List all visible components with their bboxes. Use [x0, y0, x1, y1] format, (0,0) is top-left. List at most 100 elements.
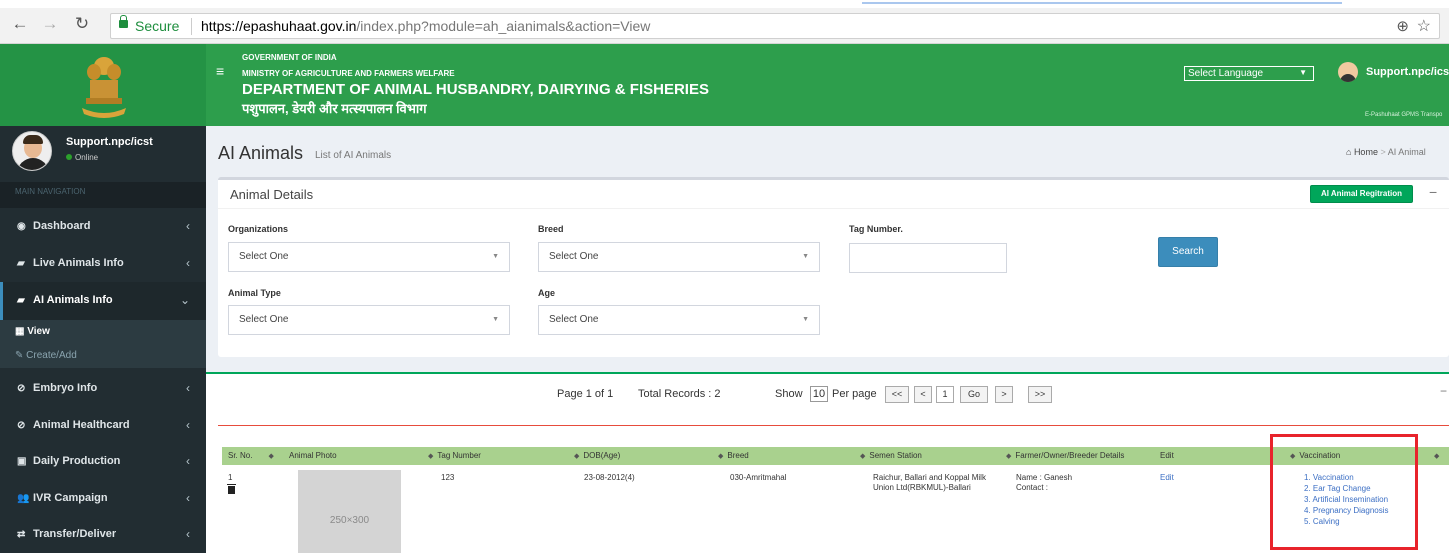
dropdown-arrow-icon: ▼ — [1299, 68, 1307, 77]
sort-icon: ◆ — [1006, 453, 1012, 460]
page-subtitle: List of AI Animals — [315, 150, 392, 161]
ai-animals-submenu: ▦ View ✎ Create/Add — [0, 320, 206, 368]
submenu-item-label: Create/Add — [26, 350, 77, 361]
dashboard-icon: ◉ — [17, 221, 26, 232]
collapse-icon[interactable]: − — [1440, 384, 1447, 398]
url-text[interactable]: https://epashuhaat.gov.in/index.php?modu… — [201, 18, 650, 34]
chevron-left-icon: ‹ — [186, 527, 190, 541]
submenu-item-view[interactable]: ▦ View — [15, 326, 50, 337]
cell-station-line2: Union Ltd(RBKMUL)-Ballari — [873, 483, 971, 492]
chevron-left-icon: ‹ — [186, 418, 190, 432]
address-bar[interactable]: Secure https://epashuhaat.gov.in/index.p… — [110, 13, 1440, 39]
collapse-icon[interactable]: − — [1429, 184, 1437, 200]
sort-icon: ◆ — [718, 453, 724, 460]
sidebar-status-text: Online — [75, 153, 99, 162]
sidebar-item-label: IVR Campaign — [33, 492, 108, 504]
tab-indicator — [862, 2, 1342, 4]
chevron-down-icon: ⌄ — [179, 293, 190, 307]
back-arrow-icon[interactable]: ← — [10, 14, 30, 34]
language-select[interactable]: Select Language ▼ — [1184, 66, 1314, 81]
animal-type-select[interactable]: Select One ▼ — [228, 305, 510, 335]
sidebar-item-daily-production[interactable]: ▣ Daily Production ‹ — [0, 443, 206, 480]
column-header-breed[interactable]: ◆ Breed — [718, 451, 749, 460]
header-avatar[interactable] — [1338, 62, 1358, 82]
filter-box-title: Animal Details — [230, 187, 314, 202]
cow-icon: ▰ — [17, 295, 25, 306]
edit-link[interactable]: Edit — [1160, 473, 1174, 483]
per-page-input[interactable]: 10 — [810, 386, 828, 402]
chart-icon: ▣ — [17, 456, 27, 467]
sidebar-item-embryo[interactable]: ⊘ Embryo Info ‹ — [0, 370, 206, 407]
organizations-select[interactable]: Select One ▼ — [228, 242, 510, 272]
column-header-semen-station[interactable]: ◆ Semen Station — [860, 451, 922, 460]
age-select[interactable]: Select One ▼ — [538, 305, 820, 335]
header-tagline: E-Pashuhaat GPMS Transpo — [1365, 112, 1443, 118]
first-page-button[interactable]: << — [885, 386, 909, 403]
cow-icon: ▰ — [17, 258, 25, 269]
column-header-dob[interactable]: ◆ DOB(Age) — [574, 451, 620, 460]
chevron-left-icon: ‹ — [186, 454, 190, 468]
page-title: AI Animals — [218, 143, 304, 163]
chevron-left-icon: ‹ — [186, 381, 190, 395]
prev-page-button[interactable]: < — [914, 386, 932, 403]
column-header-edit[interactable]: Edit — [1160, 451, 1174, 460]
shuffle-icon: ⇄ — [17, 529, 26, 540]
organizations-label: Organizations — [228, 224, 289, 234]
last-page-button[interactable]: >> — [1028, 386, 1052, 403]
column-header-photo[interactable]: Animal Photo — [289, 451, 337, 460]
organizations-select-value: Select One — [239, 251, 289, 262]
reload-icon[interactable]: ↻ — [72, 14, 92, 34]
breadcrumb-home[interactable]: Home — [1354, 147, 1378, 157]
submenu-item-create[interactable]: ✎ Create/Add — [15, 350, 77, 361]
page-number-input[interactable]: 1 — [936, 386, 954, 403]
secure-label: Secure — [135, 18, 180, 34]
chevron-left-icon: ‹ — [186, 256, 190, 270]
sidebar-item-ivr-campaign[interactable]: 👥 IVR Campaign ‹ — [0, 480, 206, 517]
sort-icon: ◆ — [1434, 453, 1440, 460]
people-icon: 👥 — [17, 493, 30, 504]
breed-select-value: Select One — [549, 251, 599, 262]
main-navigation-header: MAIN NAVIGATION — [0, 182, 206, 208]
sidebar-item-transfer[interactable]: ⇄ Transfer/Deliver ‹ — [0, 516, 206, 553]
breed-label: Breed — [538, 224, 564, 234]
header-username[interactable]: Support.npc/icst — [1366, 66, 1449, 78]
header-department: DEPARTMENT OF ANIMAL HUSBANDRY, DAIRYING… — [242, 81, 709, 98]
sidebar-item-live-animals[interactable]: ▰ Live Animals Info ‹ — [0, 245, 206, 282]
header-hindi: पशुपालन, डेयरी और मत्स्यपालन विभाग — [242, 101, 427, 116]
column-header-sr[interactable]: Sr. No. ◆ — [228, 451, 278, 460]
cell-station-line1: Raichur, Ballari and Koppal Milk — [873, 473, 986, 482]
sidebar-item-dashboard[interactable]: ◉ Dashboard ‹ — [0, 208, 206, 245]
circle-icon: ⊘ — [17, 383, 26, 394]
ai-animal-registration-button[interactable]: AI Animal Regitration — [1310, 185, 1413, 203]
cell-tag: 123 — [441, 473, 455, 482]
filter-box-divider — [218, 208, 1449, 209]
sidebar-item-ai-animals[interactable]: ▰ AI Animals Info ⌄ — [0, 282, 206, 320]
avatar-body — [17, 158, 49, 170]
sidebar-item-healthcard[interactable]: ⊘ Animal Healthcard ‹ — [0, 407, 206, 444]
go-button[interactable]: Go — [960, 386, 988, 403]
cell-farmer-name: Name : Ganesh — [1016, 473, 1073, 482]
column-header-tag[interactable]: ◆ Tag Number — [428, 451, 481, 460]
sort-icon: ◆ — [860, 453, 866, 460]
breadcrumb: ⌂ Home > AI Animal — [1346, 147, 1426, 157]
url-host: https://epashuhaat.gov.in — [201, 18, 357, 34]
cell-farmer-contact: Contact : — [1016, 483, 1049, 492]
sidebar-item-label: Animal Healthcard — [33, 419, 130, 431]
search-button[interactable]: Search — [1158, 237, 1218, 267]
animal-type-label: Animal Type — [228, 288, 281, 298]
forward-arrow-icon[interactable]: → — [40, 14, 60, 34]
next-page-button[interactable]: > — [995, 386, 1013, 403]
breed-select[interactable]: Select One ▼ — [538, 242, 820, 272]
zoom-icon[interactable]: ⊕ — [1396, 17, 1409, 35]
column-header-farmer[interactable]: ◆ Farmer/Owner/Breeder Details — [1006, 451, 1124, 460]
delete-trash-icon[interactable] — [227, 484, 236, 494]
table-header — [222, 447, 1449, 465]
national-emblem-icon — [82, 57, 126, 118]
column-sort-extra[interactable]: ◆ — [1434, 451, 1443, 460]
age-label: Age — [538, 288, 556, 298]
bookmark-star-icon[interactable]: ☆ — [1417, 16, 1431, 36]
tag-number-input[interactable] — [849, 243, 1007, 273]
menu-toggle-icon[interactable]: ≡ — [216, 64, 224, 78]
cell-sr: 1 — [228, 473, 233, 482]
lock-icon — [119, 15, 128, 28]
